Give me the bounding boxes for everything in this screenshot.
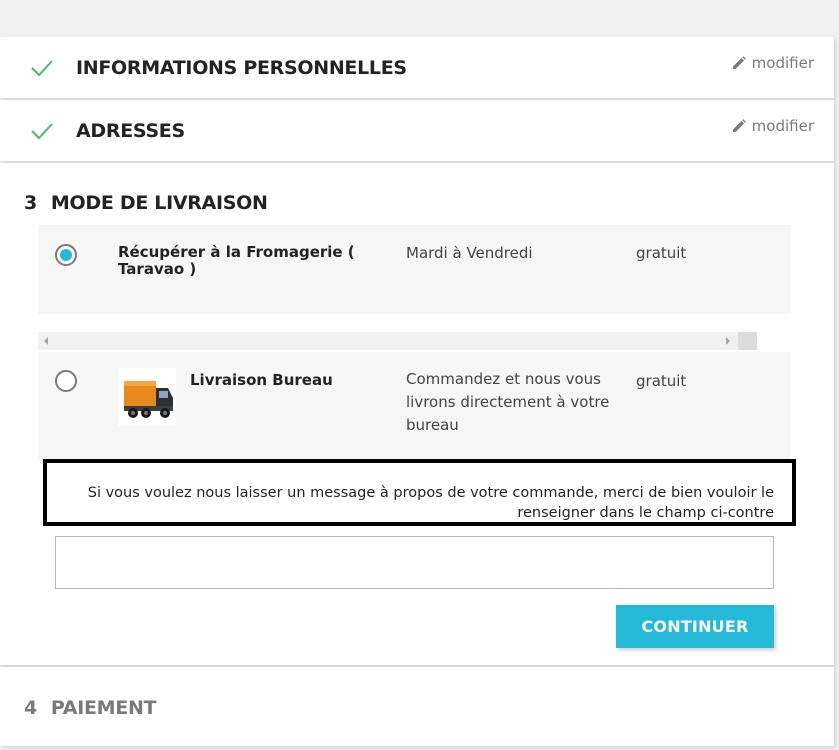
carrier-price: gratuit: [636, 244, 687, 262]
step-delivery-mode: 3 MODE DE LIVRAISON Récupérer à la Fromag…: [0, 163, 834, 666]
edit-label: modifier: [751, 54, 814, 72]
step-title-text: MODE DE LIVRAISON: [50, 192, 268, 214]
carrier-name: Livraison Bureau: [190, 371, 333, 389]
edit-addresses-link[interactable]: modifier: [732, 117, 814, 135]
carrier-price: gratuit: [636, 372, 687, 390]
scrollbar-thumb[interactable]: [738, 332, 757, 350]
delivery-truck-icon: [118, 368, 176, 426]
edit-label: modifier: [751, 117, 814, 135]
message-prompt-box: Si vous voulez nous laisser un message à…: [43, 459, 796, 526]
step-number: 4: [24, 697, 37, 719]
carrier-delay: Commandez et nous vous livrons directeme…: [406, 370, 610, 434]
check-icon: [31, 123, 53, 140]
carrier-option-pickup[interactable]: Récupérer à la Fromagerie ( Taravao ) Ma…: [38, 225, 791, 314]
carrier-delay: Mardi à Vendredi: [406, 244, 533, 262]
pencil-icon: [732, 119, 746, 132]
step-addresses: ADRESSES modifier: [0, 100, 834, 162]
carrier-name: Récupérer à la Fromagerie ( Taravao ): [118, 243, 355, 278]
scroll-left-arrow-icon[interactable]: [44, 337, 48, 345]
continue-button[interactable]: CONTINUER: [616, 605, 774, 648]
step-title: 4 PAIEMENT: [24, 697, 157, 719]
carrier-radio[interactable]: [55, 370, 77, 392]
step-number: 3: [24, 192, 37, 214]
message-prompt: Si vous voulez nous laisser un message à…: [87, 485, 774, 521]
carrier-option-office-delivery[interactable]: Livraison Bureau Commandez et nous vous …: [38, 352, 791, 460]
pencil-icon: [732, 56, 746, 69]
order-message-textarea[interactable]: [55, 536, 774, 589]
step-payment: 4 PAIEMENT: [0, 667, 834, 746]
horizontal-scrollbar[interactable]: [38, 332, 757, 350]
step-title: INFORMATIONS PERSONNELLES: [76, 57, 407, 79]
edit-personal-information-link[interactable]: modifier: [732, 54, 814, 72]
scroll-right-arrow-icon[interactable]: [726, 337, 730, 345]
step-title: ADRESSES: [76, 120, 185, 142]
check-icon: [31, 60, 53, 77]
carrier-radio-selected[interactable]: [55, 244, 77, 266]
step-title-text: PAIEMENT: [50, 697, 157, 719]
step-title: 3 MODE DE LIVRAISON: [24, 192, 268, 214]
step-personal-information: INFORMATIONS PERSONNELLES modifier: [0, 37, 834, 99]
